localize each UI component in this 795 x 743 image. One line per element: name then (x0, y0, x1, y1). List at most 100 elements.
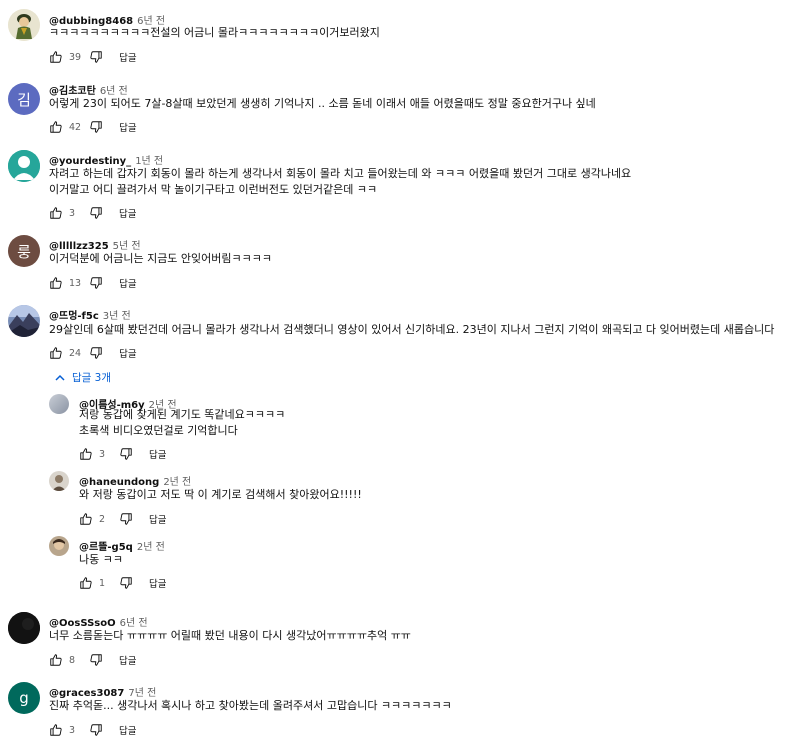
comment-actions: 8 답글 (49, 652, 136, 668)
like-button[interactable] (79, 512, 93, 526)
comment-text: 어렇게 23이 되어도 7살-8살때 보았던게 생생히 기억나지 .. 소름 돋… (49, 97, 596, 110)
comment-author[interactable]: @뜨멍-f5c (49, 311, 99, 322)
thumb-up-icon (49, 723, 63, 737)
like-count: 1 (99, 577, 106, 589)
thumb-down-icon (89, 653, 103, 667)
comment-actions: 42 답글 (49, 119, 137, 135)
like-count: 39 (69, 51, 82, 63)
thumb-up-icon (49, 50, 63, 64)
thumb-down-icon (119, 576, 133, 590)
thumb-up-icon (49, 653, 63, 667)
like-count: 13 (69, 277, 82, 289)
comment-actions: 1 답글 (79, 575, 166, 591)
like-button[interactable] (49, 653, 63, 667)
dislike-button[interactable] (119, 447, 133, 461)
like-count: 3 (69, 724, 76, 736)
comment-meta: @뜨멍-f5c 3년 전 (49, 307, 131, 322)
comment-text: 진짜 추억돋... 생각나서 혹시나 하고 찾아봤는데 올려주셔서 고맙습니다 … (49, 699, 452, 712)
thumb-down-icon (119, 512, 133, 526)
dark-avatar[interactable] (8, 612, 40, 644)
dislike-button[interactable] (89, 50, 103, 64)
replies-toggle-label: 답글 3개 (72, 372, 111, 384)
like-button[interactable] (49, 346, 63, 360)
like-button[interactable] (49, 276, 63, 290)
like-button[interactable] (49, 50, 63, 64)
photo-avatar[interactable] (49, 471, 69, 491)
thumb-down-icon (89, 346, 103, 360)
default-person-avatar[interactable] (8, 150, 40, 182)
thumb-up-icon (49, 276, 63, 290)
reply-button[interactable]: 답글 (119, 723, 136, 737)
like-button[interactable] (49, 120, 63, 134)
thumb-up-icon (49, 120, 63, 134)
reply-button[interactable]: 답글 (149, 576, 166, 590)
comment-actions: 3 답글 (49, 722, 136, 738)
reply-button[interactable]: 답글 (119, 206, 136, 220)
reply-button[interactable]: 답글 (119, 276, 136, 290)
dislike-button[interactable] (89, 120, 103, 134)
dislike-button[interactable] (89, 653, 103, 667)
mountain-landscape-avatar[interactable] (8, 305, 40, 337)
reply-button[interactable]: 답글 (119, 346, 136, 360)
thumb-down-icon (89, 206, 103, 220)
like-count: 2 (99, 513, 106, 525)
comment-text: 이거덕분에 어금니는 지금도 안잊어버림ㅋㅋㅋㅋ (49, 252, 273, 265)
dislike-button[interactable] (89, 276, 103, 290)
thumb-up-icon (79, 512, 93, 526)
like-count: 24 (69, 347, 82, 359)
comment-text: 와 저랑 동갑이고 저도 딱 이 계기로 검색해서 찾아왔어요!!!!! (79, 488, 362, 501)
dislike-button[interactable] (119, 512, 133, 526)
reply-button[interactable]: 답글 (119, 50, 136, 64)
comment-actions: 3 답글 (49, 205, 136, 221)
like-button[interactable] (79, 447, 93, 461)
thumb-up-icon (79, 576, 93, 590)
comment-meta: @lllllzz325 5년 전 (49, 237, 141, 252)
grey-gradient-avatar[interactable] (49, 394, 69, 414)
comment-meta: @yourdestiny_ 1년 전 (49, 152, 163, 167)
comment-actions: 24 답글 (49, 345, 137, 361)
comment-meta: @graces3087 7년 전 (49, 684, 156, 699)
reply-button[interactable]: 답글 (119, 653, 136, 667)
like-count: 42 (69, 121, 82, 133)
like-count: 3 (69, 207, 76, 219)
like-button[interactable] (49, 723, 63, 737)
comment-actions: 39 답글 (49, 49, 137, 65)
comment-meta: @르뜰-g5q 2년 전 (79, 538, 165, 553)
reply-button[interactable]: 답글 (119, 120, 136, 134)
thumb-down-icon (89, 723, 103, 737)
comment-text: ㅋㅋㅋㅋㅋㅋㅋㅋㅋㅋ전설의 어금니 몰라ㅋㅋㅋㅋㅋㅋㅋㅋ이거보러왔지 (49, 26, 380, 39)
dislike-button[interactable] (89, 723, 103, 737)
dislike-button[interactable] (89, 206, 103, 220)
thumb-down-icon (89, 276, 103, 290)
dislike-button[interactable] (119, 576, 133, 590)
comment-meta: @OosSSsoO 6년 전 (49, 614, 148, 629)
replies-toggle-button[interactable]: 답글 3개 (55, 370, 111, 385)
like-button[interactable] (79, 576, 93, 590)
reply-button[interactable]: 답글 (149, 447, 166, 461)
comment-time[interactable]: 2년 전 (137, 542, 165, 553)
letter-avatar[interactable]: g (8, 682, 40, 714)
thumb-up-icon (49, 346, 63, 360)
chevron-up-icon (55, 374, 65, 381)
like-count: 3 (99, 448, 106, 460)
comment-text: 29살인데 6살때 봤던건데 어금니 몰라가 생각나서 검색했더니 영상이 있어… (49, 323, 775, 336)
cartoon-character-avatar[interactable] (8, 9, 40, 41)
thumb-down-icon (89, 50, 103, 64)
thumb-up-icon (79, 447, 93, 461)
letter-avatar[interactable]: 룽 (8, 235, 40, 267)
comment-text: 너무 소름돋는다 ㅠㅠㅠㅠ 어릴때 봤던 내용이 다시 생각났어ㅠㅠㅠㅠ추억 ㅠ… (49, 629, 411, 642)
comment-actions: 2 답글 (79, 511, 166, 527)
thumb-down-icon (119, 447, 133, 461)
comment-actions: 13 답글 (49, 275, 137, 291)
comment-text: 나동 ㅋㅋ (79, 553, 123, 566)
dislike-button[interactable] (89, 346, 103, 360)
thumb-up-icon (49, 206, 63, 220)
comment-meta: @haneundong 2년 전 (79, 473, 191, 488)
letter-avatar[interactable]: 김 (8, 83, 40, 115)
comment-text: 저랑 동갑에 찾게된 계기도 똑같네요ㅋㅋㅋㅋ 초록색 비디오였던걸로 기억합니… (79, 408, 286, 437)
reply-button[interactable]: 답글 (149, 512, 166, 526)
like-button[interactable] (49, 206, 63, 220)
comment-actions: 3 답글 (79, 446, 166, 462)
face-photo-avatar[interactable] (49, 536, 69, 556)
comment-time[interactable]: 3년 전 (103, 311, 131, 322)
